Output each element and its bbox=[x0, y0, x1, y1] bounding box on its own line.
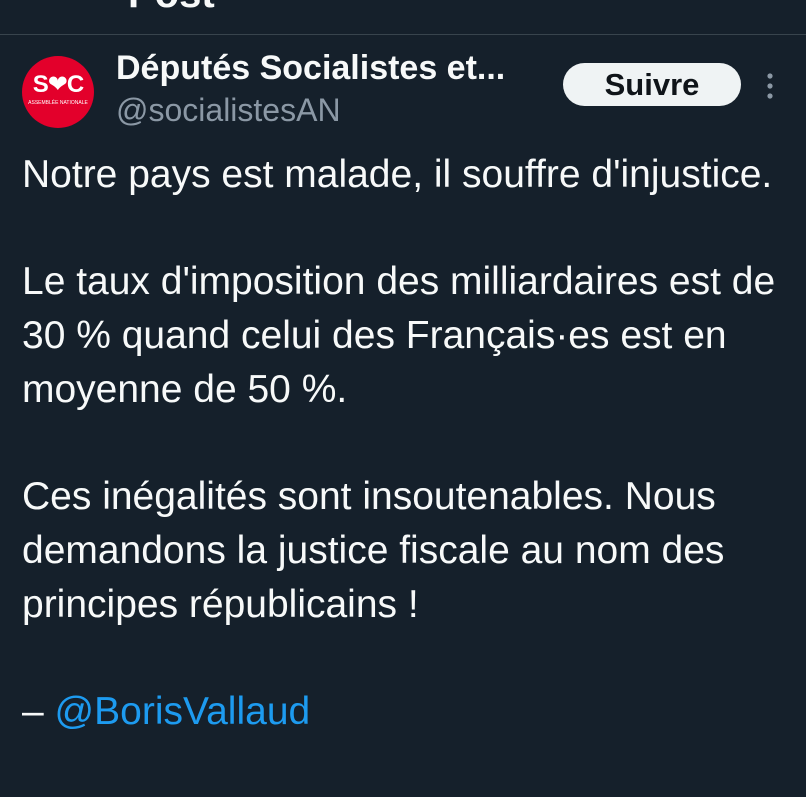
page-header: Post bbox=[0, 0, 806, 35]
tweet-signature: – @BorisVallaud bbox=[22, 685, 792, 739]
signature-dash: – bbox=[22, 690, 44, 733]
tweet-text: Notre pays est malade, il souffre d'inju… bbox=[22, 148, 792, 739]
avatar[interactable]: S❤C ASSEMBLÉE NATIONALE bbox=[22, 56, 94, 128]
user-handle[interactable]: @socialistesAN bbox=[116, 88, 341, 132]
tweet-paragraph: Notre pays est malade, il souffre d'inju… bbox=[22, 153, 773, 196]
avatar-logo-subtext: ASSEMBLÉE NATIONALE bbox=[28, 100, 88, 106]
display-name[interactable]: Députés Socialistes et... bbox=[116, 46, 505, 90]
more-vertical-icon[interactable] bbox=[756, 66, 784, 106]
tweet-paragraph: Ces inégalités sont insoutenables. Nous … bbox=[22, 475, 725, 626]
mention-link[interactable]: @BorisVallaud bbox=[55, 690, 311, 733]
tweet-paragraph: Le taux d'imposition des milliardaires e… bbox=[22, 260, 776, 411]
avatar-logo-text: S❤C bbox=[32, 71, 84, 98]
follow-button[interactable]: Suivre bbox=[563, 63, 741, 106]
page-title: Post bbox=[128, 0, 215, 18]
